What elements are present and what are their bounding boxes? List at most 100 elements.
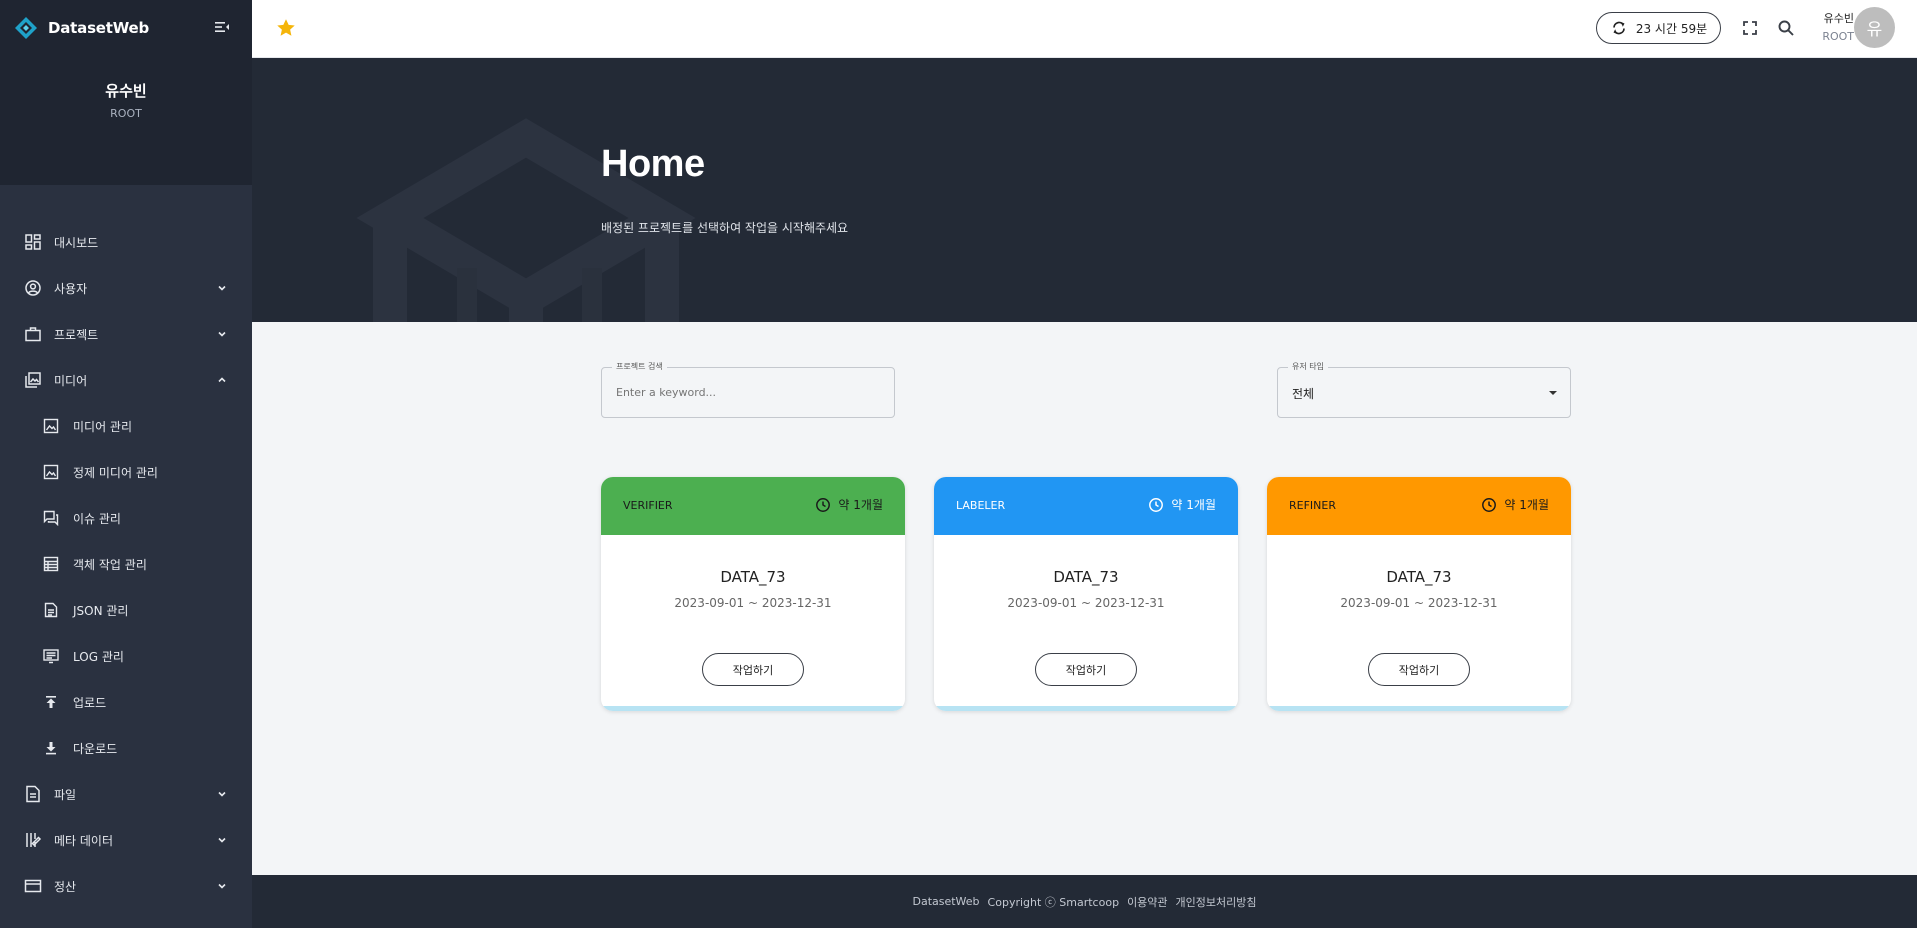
sidebar-item-files[interactable]: 파일 <box>0 774 252 814</box>
collapse-sidebar-icon[interactable] <box>214 19 230 35</box>
sidebar-item-label: 정제 미디어 관리 <box>73 465 158 480</box>
metadata-icon <box>26 833 42 847</box>
document-icon <box>44 602 58 618</box>
project-search-input[interactable] <box>616 386 876 399</box>
chevron-up-icon <box>218 377 226 383</box>
chat-icon <box>43 510 59 526</box>
briefcase-icon <box>25 327 41 342</box>
clock-icon <box>816 497 831 512</box>
file-icon <box>26 785 40 803</box>
card-role: REFINER <box>1289 499 1336 512</box>
refresh-icon <box>1612 21 1625 35</box>
sidebar-item-media-manage[interactable]: 미디어 관리 <box>0 406 252 446</box>
brand[interactable]: DatasetWeb <box>14 16 149 40</box>
favorite-star-icon[interactable] <box>275 17 297 39</box>
card-duration-text: 약 1개월 <box>838 498 883 512</box>
user-type-select[interactable]: 유저 타입 전체 <box>1277 361 1571 418</box>
project-search-field[interactable]: 프로젝트 검색 <box>601 361 895 418</box>
card-role: VERIFIER <box>623 499 673 512</box>
sidebar-user-name: 유수빈 <box>105 82 147 100</box>
card-header: VERIFIER 약 1개월 <box>601 477 905 535</box>
page-title: Home <box>601 143 705 185</box>
card-bottom-bar <box>601 706 905 711</box>
card-date-range: 2023-09-01 ~ 2023-12-31 <box>674 596 832 610</box>
privacy-link[interactable]: 개인정보처리방침 <box>1176 894 1257 910</box>
sidebar-item-refined-media[interactable]: 정제 미디어 관리 <box>0 452 252 492</box>
project-search-label: 프로젝트 검색 <box>612 361 667 372</box>
sidebar-item-settlement[interactable]: 정산 <box>0 866 252 906</box>
sidebar-user: 유수빈 ROOT <box>0 80 252 120</box>
card-project-name: DATA_73 <box>1386 568 1452 586</box>
sidebar-item-media[interactable]: 미디어 <box>0 360 252 400</box>
user-type-value: 전체 <box>1292 387 1315 401</box>
sidebar-item-label: 프로젝트 <box>54 327 99 342</box>
card-duration: 약 1개월 <box>1481 496 1549 513</box>
sidebar-item-label: 사용자 <box>54 281 88 296</box>
card-role: LABELER <box>956 499 1006 512</box>
card-header: REFINER 약 1개월 <box>1267 477 1571 535</box>
chevron-down-icon <box>218 285 226 291</box>
start-work-button[interactable]: 작업하기 <box>1368 653 1470 686</box>
sidebar-item-download[interactable]: 다운로드 <box>0 728 252 768</box>
sidebar-item-label: 객체 작업 관리 <box>73 557 147 572</box>
footer: DatasetWeb Copyright ⓒ Smartcoop 이용약관 개인… <box>252 875 1917 928</box>
card-bottom-bar <box>934 706 1238 711</box>
clock-icon <box>1149 497 1164 512</box>
sidebar-item-upload[interactable]: 업로드 <box>0 682 252 722</box>
hero-banner: Home 배정된 프로젝트를 선택하여 작업을 시작해주세요 <box>252 58 1917 322</box>
topbar-user-role: ROOT <box>1822 30 1854 43</box>
footer-brand: DatasetWeb <box>912 895 980 908</box>
sidebar-item-dashboard[interactable]: 대시보드 <box>0 222 252 262</box>
card-date-range: 2023-09-01 ~ 2023-12-31 <box>1340 596 1498 610</box>
card-project-name: DATA_73 <box>720 568 786 586</box>
caret-down-icon <box>1549 391 1557 395</box>
sidebar-item-metadata[interactable]: 메타 데이터 <box>0 820 252 860</box>
user-type-label: 유저 타입 <box>1288 361 1328 372</box>
project-card: REFINER 약 1개월 DATA_73 2023-09-01 ~ 2023-… <box>1267 477 1571 711</box>
fullscreen-icon[interactable] <box>1740 18 1760 38</box>
session-refresh-button[interactable]: 23 시간 59분 <box>1596 12 1721 44</box>
image-icon <box>43 464 59 480</box>
sidebar-item-label: 다운로드 <box>73 741 118 756</box>
start-work-button[interactable]: 작업하기 <box>702 653 804 686</box>
chevron-down-icon <box>218 331 226 337</box>
project-card: LABELER 약 1개월 DATA_73 2023-09-01 ~ 2023-… <box>934 477 1238 711</box>
card-project-name: DATA_73 <box>1053 568 1119 586</box>
card-date-range: 2023-09-01 ~ 2023-12-31 <box>1007 596 1165 610</box>
table-icon <box>43 556 59 572</box>
upload-icon <box>46 696 56 708</box>
chevron-down-icon <box>218 791 226 797</box>
image-icon <box>43 418 59 434</box>
sidebar-item-issues[interactable]: 이슈 관리 <box>0 498 252 538</box>
sidebar-item-object-tasks[interactable]: 객체 작업 관리 <box>0 544 252 584</box>
footer-copyright: Copyright ⓒ Smartcoop <box>987 895 1120 909</box>
card-bottom-bar <box>1267 706 1571 711</box>
sidebar-item-projects[interactable]: 프로젝트 <box>0 314 252 354</box>
topbar-user: 유수빈 ROOT <box>1812 10 1854 43</box>
brand-name: DatasetWeb <box>48 19 150 37</box>
brand-logo-icon <box>15 17 37 39</box>
avatar[interactable]: 유 <box>1854 7 1895 48</box>
card-duration: 약 1개월 <box>815 496 883 513</box>
topbar: 23 시간 59분 유수빈 ROOT 유 <box>252 0 1917 58</box>
session-time: 23 시간 59분 <box>1635 21 1708 36</box>
hero-cube-decoration <box>356 118 696 322</box>
log-icon <box>43 649 59 664</box>
search-icon[interactable] <box>1776 18 1796 38</box>
sidebar-item-json[interactable]: JSON 관리 <box>0 590 252 630</box>
dashboard-icon <box>25 234 41 250</box>
sidebar-item-users[interactable]: 사용자 <box>0 268 252 308</box>
sidebar-item-label: 업로드 <box>73 695 107 710</box>
sidebar-user-role: ROOT <box>110 107 142 120</box>
terms-link[interactable]: 이용약관 <box>1127 894 1167 910</box>
start-work-button[interactable]: 작업하기 <box>1035 653 1137 686</box>
card-duration-text: 약 1개월 <box>1504 498 1549 512</box>
sidebar-item-log[interactable]: LOG 관리 <box>0 636 252 676</box>
sidebar-item-label: 대시보드 <box>54 235 99 250</box>
page-subtitle: 배정된 프로젝트를 선택하여 작업을 시작해주세요 <box>601 221 849 235</box>
card-duration-text: 약 1개월 <box>1171 498 1216 512</box>
project-card: VERIFIER 약 1개월 DATA_73 2023-09-01 ~ 2023… <box>601 477 905 711</box>
sidebar-item-label: LOG 관리 <box>73 649 124 664</box>
clock-icon <box>1482 497 1497 512</box>
media-library-icon <box>25 372 41 388</box>
